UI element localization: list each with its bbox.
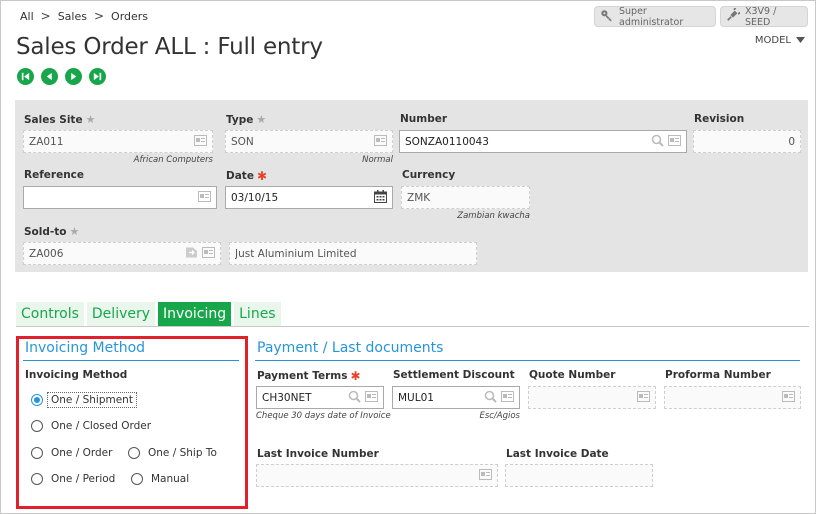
next-record-icon[interactable]	[65, 68, 82, 85]
currency-field: ZMK	[401, 186, 530, 209]
proforma-number-field[interactable]	[664, 386, 801, 409]
settlement-discount-field[interactable]: MUL01	[392, 386, 520, 409]
revision-field: 0	[693, 130, 801, 153]
mandatory-star-icon: ✱	[256, 169, 268, 183]
breadcrumb-sales[interactable]: Sales	[58, 10, 87, 23]
selection-card-icon[interactable]	[202, 246, 215, 261]
search-icon[interactable]	[348, 390, 361, 406]
tab-delivery[interactable]: Delivery	[86, 302, 156, 326]
currency-label: Currency	[402, 169, 456, 181]
optional-star-icon: ★	[85, 113, 96, 126]
page-title: Sales Order ALL : Full entry	[16, 34, 323, 60]
date-field[interactable]: 03/10/15	[225, 186, 393, 209]
breadcrumb-orders[interactable]: Orders	[111, 10, 148, 23]
number-field[interactable]: SONZA0110043	[399, 130, 687, 153]
last-invoice-date-label: Last Invoice Date	[506, 448, 609, 460]
tunnel-arrow-icon[interactable]	[185, 247, 198, 261]
optional-star-icon: ★	[256, 113, 267, 126]
settlement-discount-description: Esc/Agios	[479, 411, 520, 421]
last-invoice-date-field	[505, 464, 653, 487]
type-label: Type ★	[226, 113, 267, 126]
payment-terms-label: Payment Terms ✱	[257, 369, 361, 383]
breadcrumb: All > Sales > Orders	[20, 9, 148, 23]
sold-to-field[interactable]: ZA006	[23, 242, 221, 265]
model-label: MODEL	[754, 35, 791, 46]
reference-label: Reference	[24, 169, 85, 181]
payment-terms-field[interactable]: CH30NET	[256, 386, 384, 409]
payment-terms-description: Cheque 30 days date of Invoice	[256, 411, 391, 421]
settlement-discount-label: Settlement Discount	[393, 369, 515, 381]
calendar-icon[interactable]	[374, 189, 387, 206]
type-description: Normal	[362, 155, 393, 165]
previous-record-icon[interactable]	[41, 68, 58, 85]
selection-card-icon[interactable]	[198, 190, 211, 205]
search-icon[interactable]	[484, 390, 497, 406]
last-record-icon[interactable]	[89, 68, 106, 85]
selection-card-icon[interactable]	[365, 390, 378, 405]
search-icon[interactable]	[651, 134, 664, 150]
proforma-number-label: Proforma Number	[665, 369, 771, 381]
selection-card-icon[interactable]	[479, 468, 492, 483]
chevron-right-icon: >	[93, 9, 105, 23]
tab-divider	[16, 326, 809, 327]
mandatory-star-icon: ✱	[350, 369, 361, 383]
date-label: Date ✱	[226, 169, 268, 183]
currency-description: Zambian kwacha	[457, 211, 530, 221]
selection-card-icon[interactable]	[194, 134, 207, 149]
tab-controls[interactable]: Controls	[16, 302, 84, 326]
sold-to-label: Sold-to ★	[24, 225, 80, 238]
user-button-label: Super administrator	[619, 5, 684, 28]
sales-site-description: African Computers	[133, 155, 213, 165]
sales-site-label: Sales Site ★	[24, 113, 96, 126]
chevron-right-icon: >	[40, 9, 51, 23]
section-divider	[255, 360, 800, 361]
last-invoice-number-field[interactable]	[256, 464, 498, 487]
first-record-icon[interactable]	[17, 68, 34, 85]
last-invoice-number-label: Last Invoice Number	[257, 448, 379, 460]
selection-card-icon[interactable]	[501, 390, 514, 405]
selection-card-icon[interactable]	[782, 390, 795, 405]
revision-label: Revision	[694, 113, 745, 125]
type-field[interactable]: SON	[225, 130, 393, 153]
tab-lines[interactable]: Lines	[234, 302, 281, 326]
tab-bar: Controls Delivery Invoicing Lines	[16, 302, 281, 326]
selection-card-icon[interactable]	[668, 134, 681, 149]
record-navigation	[17, 68, 106, 85]
quote-number-label: Quote Number	[529, 369, 616, 381]
caret-down-icon	[796, 35, 805, 46]
selection-card-icon[interactable]	[374, 134, 387, 149]
user-button[interactable]: Super administrator	[594, 5, 716, 28]
plug-icon	[726, 7, 741, 25]
tab-invoicing[interactable]: Invoicing	[158, 302, 232, 326]
number-label: Number	[400, 113, 448, 125]
selection-card-icon[interactable]	[637, 390, 650, 405]
reference-field[interactable]	[23, 186, 217, 209]
highlight-box	[16, 336, 248, 509]
key-icon	[600, 8, 614, 25]
model-dropdown[interactable]: MODEL	[755, 35, 805, 46]
quote-number-field[interactable]	[528, 386, 656, 409]
breadcrumb-all[interactable]: All	[20, 10, 34, 23]
payment-section-title: Payment / Last documents	[257, 340, 444, 356]
sold-to-name-field: Just Aluminium Limited	[229, 242, 477, 265]
optional-star-icon: ★	[69, 225, 80, 238]
folder-button-label: X3V9 / SEED	[745, 5, 777, 28]
folder-button[interactable]: X3V9 / SEED	[720, 5, 808, 28]
sales-site-field[interactable]: ZA011	[23, 130, 213, 153]
